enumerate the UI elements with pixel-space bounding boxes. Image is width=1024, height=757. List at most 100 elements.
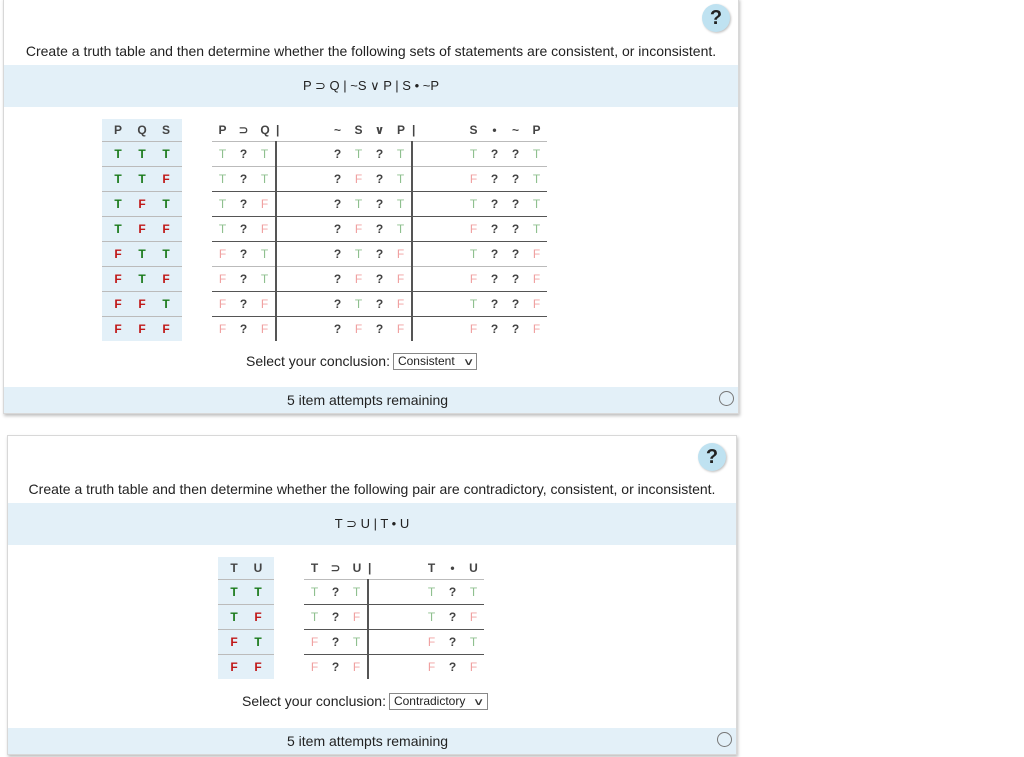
answer-cell[interactable]: ? — [505, 291, 526, 317]
answer-cell[interactable]: ? — [505, 216, 526, 242]
answer-cell[interactable]: ? — [327, 266, 348, 292]
answer-cell[interactable]: ? — [484, 291, 505, 317]
given-value: F — [254, 316, 276, 341]
answer-cell[interactable]: ? — [369, 191, 390, 217]
formula-header: ~ — [511, 123, 519, 137]
column-separator: | — [368, 561, 372, 575]
given-value: T — [348, 191, 369, 217]
table-row: T T T T? T? T? T T?? T — [102, 141, 547, 167]
given-value: F — [348, 266, 369, 292]
help-button[interactable]: ? — [702, 4, 730, 32]
truth-value: F — [218, 629, 246, 655]
answer-cell[interactable]: ? — [484, 141, 505, 167]
conclusion-select[interactable]: Consistent ∨ — [392, 353, 477, 370]
spacer — [182, 142, 212, 167]
answer-cell[interactable]: ? — [484, 241, 505, 267]
given-value: F — [526, 241, 547, 267]
answer-cell[interactable]: ? — [325, 629, 346, 655]
answer-cell[interactable]: ? — [505, 191, 526, 217]
table-row: T F T T? F? T? T T?? T — [102, 191, 547, 217]
answer-cell[interactable]: ? — [327, 316, 348, 341]
answer-cell[interactable]: ? — [505, 141, 526, 167]
given-value: F — [254, 291, 276, 317]
column-separator — [275, 166, 327, 192]
table-row: F T T F? T? T? F T?? F — [102, 241, 547, 267]
column-separator — [411, 191, 463, 217]
truth-value: T — [130, 241, 154, 267]
answer-cell[interactable]: ? — [369, 291, 390, 317]
answer-cell[interactable]: ? — [233, 316, 254, 341]
given-value: T — [526, 166, 547, 192]
answer-cell[interactable]: ? — [233, 266, 254, 292]
answer-cell[interactable]: ? — [327, 216, 348, 242]
formula-header: S — [469, 123, 478, 137]
formula-header: ~ — [333, 123, 341, 137]
answer-cell[interactable]: ? — [369, 241, 390, 267]
answer-cell[interactable]: ? — [327, 191, 348, 217]
answer-cell[interactable]: ? — [327, 166, 348, 192]
answer-cell[interactable]: ? — [369, 166, 390, 192]
help-button[interactable]: ? — [698, 443, 726, 471]
answer-cell[interactable]: ? — [484, 316, 505, 341]
given-value: T — [526, 141, 547, 167]
given-value: T — [421, 604, 442, 630]
given-value: F — [463, 266, 484, 292]
truth-value: F — [246, 604, 274, 630]
given-value: F — [304, 654, 325, 679]
answer-cell[interactable]: ? — [233, 191, 254, 217]
variable-header: P — [102, 119, 130, 142]
column-separator — [411, 166, 463, 192]
answer-cell[interactable]: ? — [325, 604, 346, 630]
answer-cell[interactable]: ? — [484, 266, 505, 292]
attempts-footer: 5 item attempts remaining — [8, 728, 736, 754]
answer-cell[interactable]: ? — [505, 266, 526, 292]
spacer — [182, 119, 212, 142]
formula-header: P — [218, 123, 227, 137]
answer-cell[interactable]: ? — [442, 604, 463, 630]
conclusion-select[interactable]: Contradictory ∨ — [388, 693, 488, 710]
answer-cell[interactable]: ? — [442, 579, 463, 605]
answer-cell[interactable]: ? — [327, 141, 348, 167]
answer-cell[interactable]: ? — [369, 141, 390, 167]
answer-cell[interactable]: ? — [484, 216, 505, 242]
answer-cell[interactable]: ? — [484, 166, 505, 192]
column-separator — [367, 579, 421, 605]
truth-value: F — [154, 216, 182, 242]
answer-cell[interactable]: ? — [233, 141, 254, 167]
truth-value: F — [102, 316, 130, 341]
question-prompt: Create a truth table and then determine … — [25, 43, 717, 59]
spacer — [182, 242, 212, 267]
spacer — [182, 167, 212, 192]
truth-value: T — [102, 216, 130, 242]
column-separator — [367, 654, 421, 679]
column-separator — [275, 241, 327, 267]
formula-header: ⊃ — [238, 123, 249, 137]
truth-value: F — [102, 291, 130, 317]
truth-table: P Q S P ⊃ Q | ~ S ∨ P | S • ~ P T T T T? T? T? T T?? T T T F T? T? F? T… — [102, 119, 547, 341]
answer-cell[interactable]: ? — [442, 654, 463, 679]
answer-cell[interactable]: ? — [233, 291, 254, 317]
answer-cell[interactable]: ? — [325, 654, 346, 679]
answer-cell[interactable]: ? — [369, 266, 390, 292]
answer-cell[interactable]: ? — [233, 241, 254, 267]
answer-cell[interactable]: ? — [505, 241, 526, 267]
answer-cell[interactable]: ? — [325, 579, 346, 605]
given-value: T — [390, 141, 412, 167]
given-value: F — [212, 241, 233, 267]
answer-cell[interactable]: ? — [505, 316, 526, 341]
answer-cell[interactable]: ? — [484, 191, 505, 217]
answer-cell[interactable]: ? — [233, 166, 254, 192]
formula-header: S — [354, 123, 363, 137]
table-row: T F T? F T? F — [218, 604, 484, 630]
answer-cell[interactable]: ? — [327, 291, 348, 317]
table-row: F F F? F F? F — [218, 654, 484, 679]
answer-cell[interactable]: ? — [505, 166, 526, 192]
answer-cell[interactable]: ? — [233, 216, 254, 242]
conclusion-row: Select your conclusion: Contradictory ∨ — [242, 693, 488, 710]
truth-value: T — [102, 141, 130, 167]
formula-text: T ⊃ U | T • U — [334, 516, 410, 531]
answer-cell[interactable]: ? — [369, 216, 390, 242]
answer-cell[interactable]: ? — [327, 241, 348, 267]
answer-cell[interactable]: ? — [369, 316, 390, 341]
answer-cell[interactable]: ? — [442, 629, 463, 655]
